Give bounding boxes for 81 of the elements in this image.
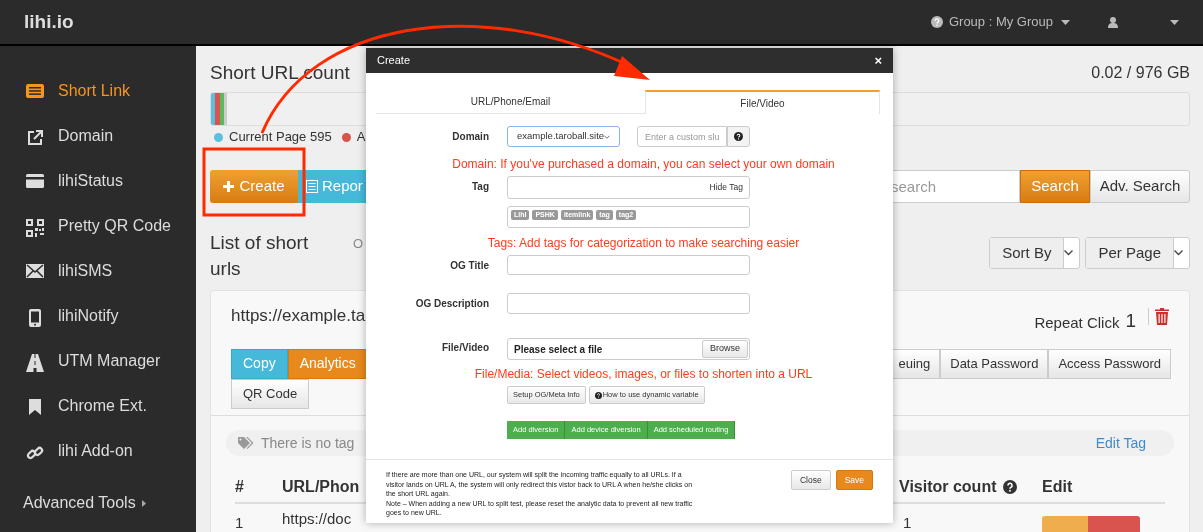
repeat-click-count: 1: [1125, 309, 1136, 333]
table-cell-text: 1: [902, 513, 913, 532]
field-label: OG Title: [449, 258, 489, 273]
column-header: Visitor count: [899, 475, 1042, 499]
qr-code-icon: [26, 219, 44, 237]
advanced-search-button[interactable]: Adv. Search: [1090, 170, 1190, 203]
chevron-icon: [1064, 250, 1074, 256]
og-title-field[interactable]: [507, 255, 750, 275]
sidebar-item[interactable]: lihi Add-on: [0, 441, 196, 486]
field-label: OG Description: [414, 297, 489, 311]
help-icon: [734, 132, 743, 141]
table-cell[interactable]: https://doc: [282, 510, 352, 532]
tag-note: There is no tag: [261, 433, 355, 453]
tag-field[interactable]: Hide Tag: [507, 176, 750, 199]
sidebar-item[interactable]: lihiSMS: [0, 261, 196, 306]
edit-button[interactable]: [1042, 516, 1088, 532]
tab[interactable]: File/Video: [645, 90, 880, 114]
annotation-note: File/Media: Select videos, images, or files to shorten into a URL: [474, 367, 813, 381]
tag-icon: [238, 436, 254, 450]
trash-icon[interactable]: [1155, 308, 1169, 325]
storage-usage: 0.02 / 976 GB: [1091, 63, 1190, 83]
road-icon: [26, 354, 44, 372]
domain-select[interactable]: example.taroball.site: [507, 126, 620, 147]
help-icon: [1002, 480, 1017, 494]
sidebar-item[interactable]: Advanced Tools: [0, 486, 196, 520]
column-header: URL/Phon: [282, 477, 360, 497]
caret-icon: [1061, 19, 1070, 25]
field-label: File/Video: [440, 341, 489, 355]
sidebar-item[interactable]: lihiNotify: [0, 306, 196, 351]
help-icon: [930, 16, 943, 28]
close-button[interactable]: Close: [790, 470, 831, 490]
browse-button[interactable]: Browse: [702, 340, 748, 358]
annotation-note: Domain: If you've purchased a domain, you can select your own domain: [452, 157, 835, 171]
tab[interactable]: URL/Phone/Email: [376, 90, 645, 114]
link-icon: [26, 444, 44, 462]
close-button[interactable]: ×: [874, 54, 882, 67]
group-dropdown[interactable]: Group : My Group: [948, 12, 1070, 32]
card-icon: [26, 174, 44, 188]
legend-label: A: [356, 128, 366, 147]
legend-label: Current Page 595: [229, 128, 332, 147]
plus-icon: [223, 181, 235, 192]
help-icon: [594, 391, 602, 399]
sidebar-item[interactable]: UTM Manager: [0, 351, 196, 396]
sort-control[interactable]: Per Page: [1085, 237, 1190, 269]
caret-icon: [141, 499, 146, 507]
chevron-icon: [604, 134, 610, 139]
action-button[interactable]: Data Password: [940, 348, 1049, 379]
sort-control[interactable]: Sort By: [989, 237, 1081, 269]
field-label: Domain: [451, 130, 489, 144]
logo[interactable]: lihi.io: [24, 7, 74, 37]
field-label: Tag: [470, 180, 489, 194]
file-field[interactable]: Please select a file Browse: [507, 338, 750, 360]
og-description-field[interactable]: [507, 293, 750, 314]
list-icon: [306, 180, 318, 193]
sidebar-item[interactable]: Pretty QR Code: [0, 216, 196, 261]
delete-button[interactable]: [1088, 516, 1140, 532]
column-header: #: [235, 477, 244, 497]
bookmark-icon: [29, 399, 41, 415]
caret-icon: [1170, 19, 1179, 25]
qr-code-button[interactable]: QR Code: [231, 378, 310, 409]
envelope-icon: [26, 264, 44, 278]
sidebar-item[interactable]: Chrome Ext.: [0, 396, 196, 441]
external-link-icon: [26, 129, 44, 147]
chevron-icon: [1174, 250, 1183, 256]
sidebar-item[interactable]: Domain: [0, 126, 196, 171]
sidebar-item[interactable]: lihiStatus: [0, 171, 196, 216]
list-note: O: [353, 235, 364, 253]
help-button[interactable]: [727, 126, 750, 147]
list-icon: [26, 84, 44, 98]
phone-icon: [29, 309, 41, 327]
table-cell-text: 1: [235, 513, 245, 532]
list-title: List of short urls: [210, 231, 310, 281]
slug-field[interactable]: Enter a custom slu: [637, 126, 727, 147]
repeat-click-label: Repeat Click: [1034, 313, 1120, 333]
sidebar-item[interactable]: Short Link: [0, 81, 196, 126]
user-icon[interactable]: [1108, 16, 1118, 28]
short-url[interactable]: https://example.ta: [231, 304, 366, 328]
column-header: Edit: [1042, 477, 1073, 497]
dialog-title: Create: [377, 53, 411, 69]
annotation-note: Tags: Add tags for categorization to make searching easier: [487, 236, 800, 250]
action-button[interactable]: Access Password: [1048, 348, 1171, 379]
